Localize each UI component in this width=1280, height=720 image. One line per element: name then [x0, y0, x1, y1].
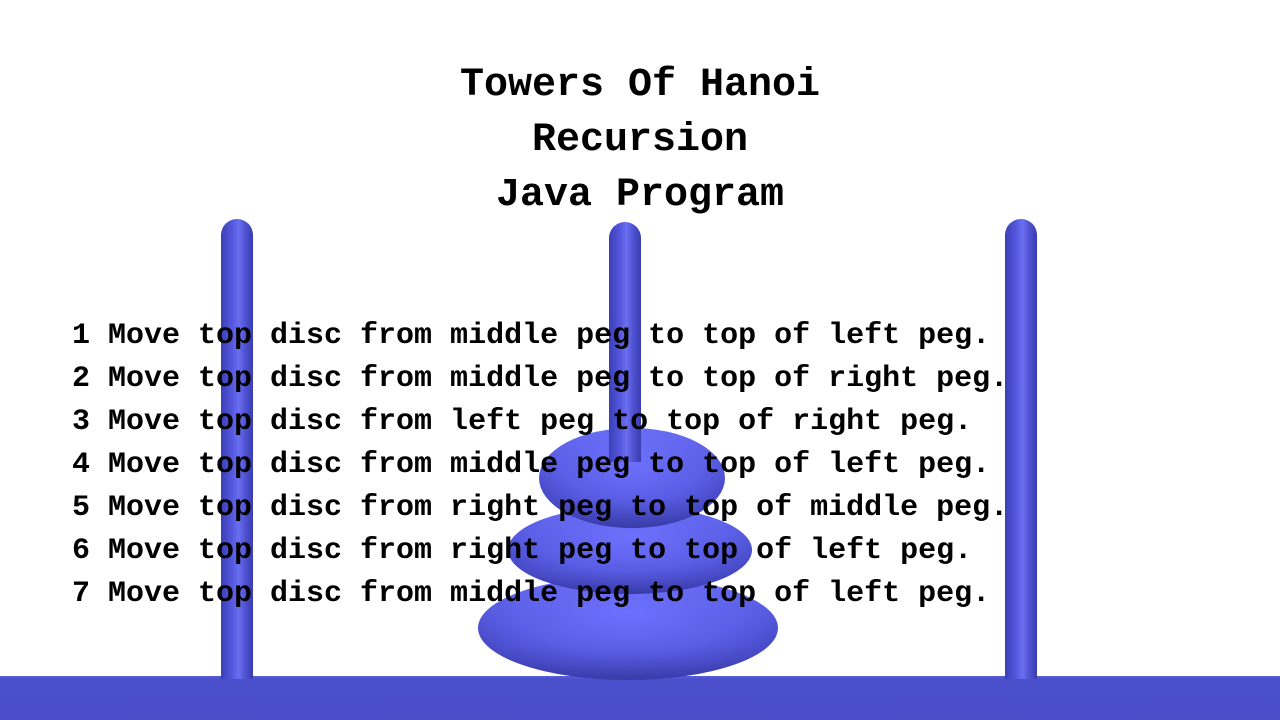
page-title: Towers Of Hanoi Recursion Java Program — [0, 58, 1280, 223]
move-list: 1 Move top disc from middle peg to top o… — [72, 315, 1008, 616]
move-step: 4 Move top disc from middle peg to top o… — [72, 448, 991, 482]
title-line-1: Towers Of Hanoi — [459, 63, 821, 108]
move-step: 5 Move top disc from right peg to top of… — [72, 491, 1009, 525]
title-line-2: Recursion — [531, 118, 749, 163]
move-step: 7 Move top disc from middle peg to top o… — [72, 577, 991, 611]
move-step: 1 Move top disc from middle peg to top o… — [72, 319, 991, 353]
move-step: 2 Move top disc from middle peg to top o… — [72, 362, 1009, 396]
hanoi-scene: Towers Of Hanoi Recursion Java Program 1… — [0, 0, 1280, 720]
move-step: 3 Move top disc from left peg to top of … — [72, 405, 973, 439]
title-line-3: Java Program — [495, 173, 785, 218]
move-step: 6 Move top disc from right peg to top of… — [72, 534, 973, 568]
